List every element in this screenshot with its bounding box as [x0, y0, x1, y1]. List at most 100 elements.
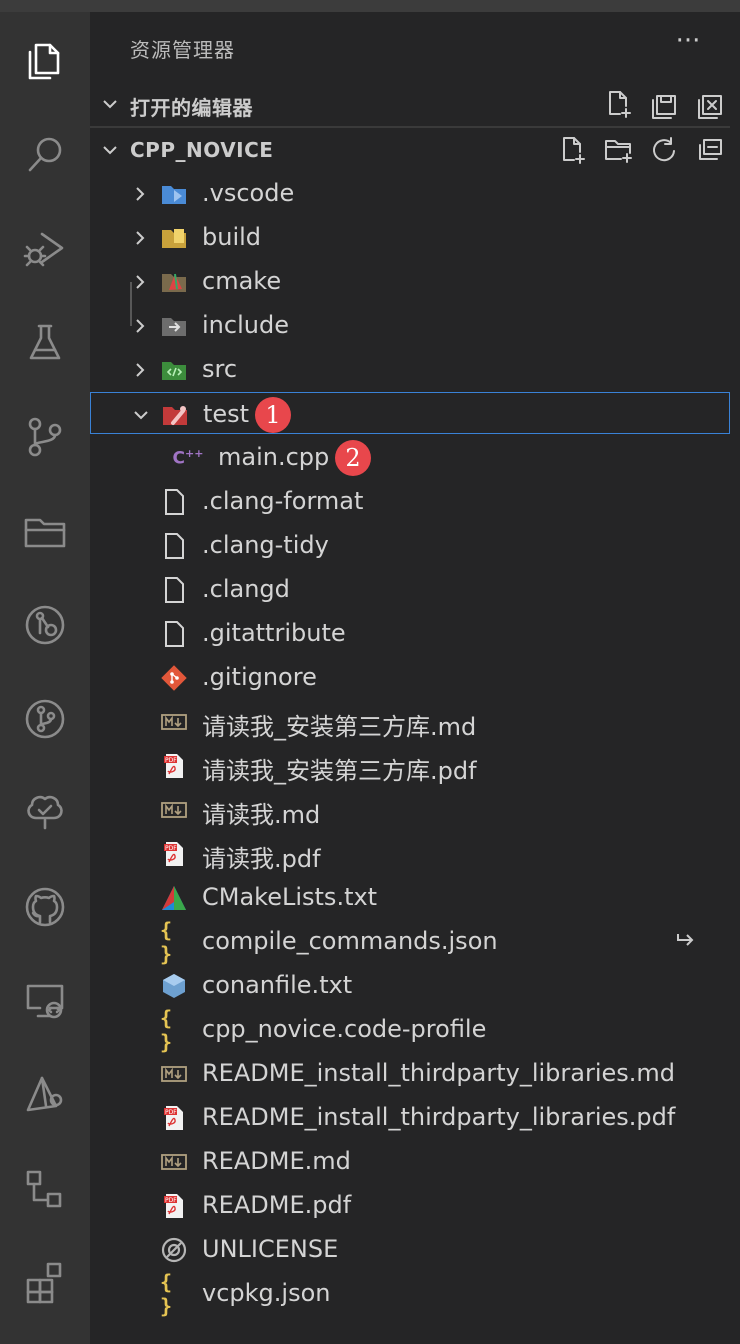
open-editors-header[interactable]: 打开的编辑器	[90, 82, 740, 126]
file-row[interactable]: .clangd	[90, 568, 740, 612]
folder-row[interactable]: src	[90, 348, 740, 392]
file-row[interactable]: 请读我_安装第三方库.md	[90, 700, 740, 744]
file-row[interactable]: PDF 请读我.pdf	[90, 832, 740, 876]
tree-item-label: README_install_thirdparty_libraries.md	[202, 1059, 676, 1087]
tree-item-label: .clang-tidy	[202, 531, 329, 559]
remote-tree-icon[interactable]	[14, 782, 76, 844]
chevron-right-icon	[103, 100, 117, 109]
tree-item-label: .clang-format	[202, 487, 364, 515]
run-debug-icon[interactable]	[14, 218, 76, 280]
folder-include-icon	[160, 312, 188, 340]
folder-cmake-icon	[160, 268, 188, 296]
tree-item-label: README.md	[202, 1147, 351, 1175]
file-row[interactable]: .gitignore	[90, 656, 740, 700]
file-row[interactable]: { } vcpkg.json	[90, 1270, 740, 1318]
tree-item-label: README.pdf	[202, 1191, 352, 1219]
pdf-icon: PDF	[160, 752, 188, 780]
pdf-icon: PDF	[160, 1104, 188, 1132]
tree-item-label: conanfile.txt	[202, 971, 353, 999]
more-actions-button[interactable]: ···	[668, 26, 708, 66]
source-control-icon[interactable]	[14, 406, 76, 468]
markdown-icon	[160, 708, 188, 736]
file-row[interactable]: PDF README_install_thirdparty_libraries.p…	[90, 1096, 740, 1140]
tree-item-label: vcpkg.json	[202, 1279, 331, 1307]
step-badge: 2	[335, 440, 371, 476]
testing-flask-icon[interactable]	[14, 312, 76, 374]
new-untitled-file-button[interactable]	[600, 86, 636, 122]
file-row[interactable]: conanfile.txt	[90, 964, 740, 1008]
new-file-button[interactable]	[554, 132, 590, 168]
tree-item-label: cpp_novice.code-profile	[202, 1015, 487, 1043]
indent-guide	[130, 282, 132, 326]
chevron-right-icon	[136, 187, 145, 201]
conan-icon	[160, 972, 188, 1000]
file-row[interactable]: PDF 请读我_安装第三方库.pdf	[90, 744, 740, 788]
tree-item-label: CMakeLists.txt	[202, 883, 378, 911]
explorer-icon[interactable]	[14, 30, 76, 92]
file-row[interactable]: C++ main.cpp 2	[90, 436, 740, 480]
tree-item-label: cmake	[202, 267, 282, 295]
project-header[interactable]: CPP_NOVICE	[90, 128, 740, 172]
git-graph-icon[interactable]	[14, 594, 76, 656]
new-folder-button[interactable]	[600, 132, 636, 168]
tree-item-label: test	[203, 400, 250, 428]
file-row[interactable]: PDF README.pdf	[90, 1184, 740, 1228]
file-row[interactable]: 请读我.md	[90, 788, 740, 832]
pdf-icon: PDF	[160, 1192, 188, 1220]
title-bar	[0, 0, 740, 12]
explorer-panel: 资源管理器 ··· 打开的编辑器 CPP_NOVICE .vscode buil…	[90, 12, 740, 1344]
tree-item-label: .gitattribute	[202, 619, 346, 647]
file-row[interactable]: .clang-tidy	[90, 524, 740, 568]
github-icon[interactable]	[14, 876, 76, 938]
chevron-down-icon	[103, 146, 117, 155]
close-all-button[interactable]	[692, 86, 728, 122]
folder-row[interactable]: build	[90, 216, 740, 260]
diagram-icon[interactable]	[14, 1158, 76, 1220]
folder-test-icon	[161, 401, 189, 429]
file-row[interactable]: README.md	[90, 1140, 740, 1184]
chevron-right-icon	[136, 231, 145, 245]
git-lens-icon[interactable]	[14, 688, 76, 750]
file-row[interactable]: { } compile_commands.json	[90, 918, 740, 966]
file-row[interactable]: README_install_thirdparty_libraries.md	[90, 1052, 740, 1096]
tree-item-label: 请读我_安装第三方库.pdf	[202, 757, 477, 785]
collapse-all-button[interactable]	[692, 132, 728, 168]
tree-item-label: main.cpp	[218, 443, 330, 471]
tree-item-label: compile_commands.json	[202, 927, 498, 955]
folder-src-icon	[160, 356, 188, 384]
folder-view-icon[interactable]	[14, 500, 76, 562]
symlink-arrow-icon	[674, 928, 698, 952]
file-row[interactable]: .clang-format	[90, 480, 740, 524]
svg-text:PDF: PDF	[165, 845, 177, 852]
tree-item-label: include	[202, 311, 289, 339]
chevron-right-icon	[136, 319, 145, 333]
tree-item-label: 请读我.pdf	[202, 845, 321, 873]
file-row[interactable]: .gitattribute	[90, 612, 740, 656]
remote-explorer-icon[interactable]	[14, 970, 76, 1032]
explorer-title: 资源管理器	[130, 38, 235, 62]
file-icon	[160, 532, 188, 560]
refresh-button[interactable]	[646, 132, 682, 168]
open-editors-label: 打开的编辑器	[130, 96, 253, 120]
cmake-tools-icon[interactable]	[14, 1064, 76, 1126]
folder-row[interactable]: test 1	[90, 392, 730, 434]
extensions-icon[interactable]	[14, 1252, 76, 1314]
folder-row[interactable]: cmake	[90, 260, 740, 304]
step-badge: 1	[255, 397, 291, 433]
activity-bar	[0, 12, 90, 1344]
file-row[interactable]: CMakeLists.txt	[90, 876, 740, 920]
file-icon	[160, 488, 188, 516]
search-icon[interactable]	[14, 124, 76, 186]
save-all-button[interactable]	[646, 86, 682, 122]
license-icon	[160, 1236, 188, 1264]
folder-row[interactable]: .vscode	[90, 172, 740, 216]
tree-item-label: 请读我_安装第三方库.md	[202, 713, 477, 741]
file-row[interactable]: UNLICENSE	[90, 1228, 740, 1272]
json-icon: { }	[160, 1006, 173, 1054]
cpp-icon: C++	[172, 447, 204, 469]
file-icon	[160, 620, 188, 648]
folder-row[interactable]: include	[90, 304, 740, 348]
svg-text:PDF: PDF	[165, 1197, 177, 1204]
file-row[interactable]: { } cpp_novice.code-profile	[90, 1006, 740, 1054]
chevron-right-icon	[136, 363, 145, 377]
